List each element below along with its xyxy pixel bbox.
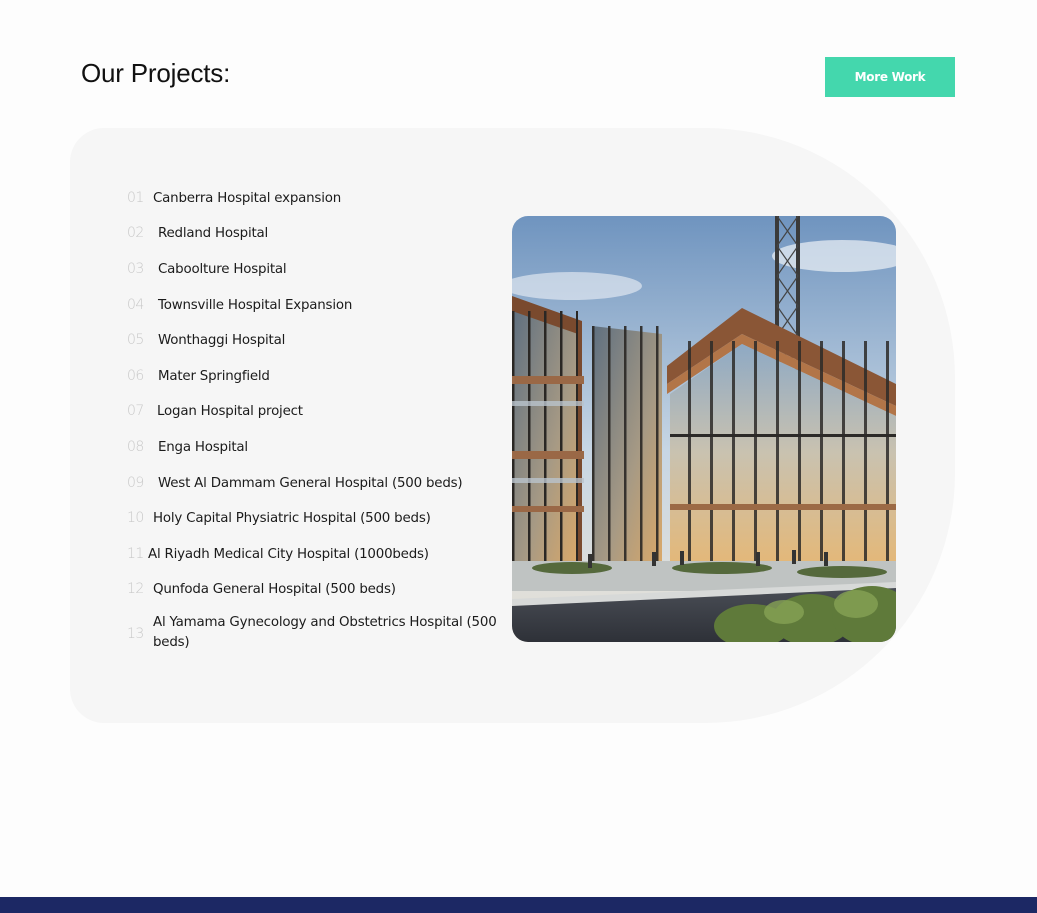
list-item: 04 Townsville Hospital Expansion <box>127 296 352 316</box>
list-item-number: 11 <box>127 546 144 562</box>
list-item-number: 06 <box>127 368 144 384</box>
list-item-name: Mater Springfield <box>158 369 270 384</box>
list-item-number: 03 <box>127 261 144 277</box>
list-item-name: Townsville Hospital Expansion <box>158 298 353 313</box>
list-item-number: 05 <box>127 332 144 348</box>
list-item: 03 Caboolture Hospital <box>127 260 287 280</box>
list-item-number: 09 <box>127 475 144 491</box>
page-title: Our Projects: <box>81 58 231 88</box>
list-item: 12 Qunfoda General Hospital (500 beds) <box>127 580 396 600</box>
list-item-number: 04 <box>127 297 144 313</box>
list-item-number: 10 <box>127 510 144 526</box>
list-item-name: Canberra Hospital expansion <box>153 191 342 206</box>
more-work-button[interactable]: More Work <box>825 57 955 97</box>
list-item-name: West Al Dammam General Hospital (500 bed… <box>158 476 463 491</box>
list-item-name: Qunfoda General Hospital (500 beds) <box>153 582 396 597</box>
list-item: 07 Logan Hospital project <box>127 402 303 422</box>
list-item: 05 Wonthaggi Hospital <box>127 331 285 351</box>
list-item-number: 13 <box>127 625 144 642</box>
list-item-name: Enga Hospital <box>158 440 248 455</box>
list-item: 11 Al Riyadh Medical City Hospital (1000… <box>127 545 429 565</box>
list-item: 09 West Al Dammam General Hospital (500 … <box>127 474 463 494</box>
list-item: 08 Enga Hospital <box>127 438 248 458</box>
list-item: 02 Redland Hospital <box>127 224 268 244</box>
list-item-number: 07 <box>127 403 144 419</box>
list-item-name: Logan Hospital project <box>157 404 303 419</box>
list-item: 06 Mater Springfield <box>127 367 270 387</box>
list-item-number: 01 <box>127 190 144 206</box>
hospital-building-image <box>512 216 896 642</box>
footer-bar <box>0 897 1037 913</box>
list-item-number: 02 <box>127 225 144 241</box>
list-item: 10 Holy Capital Physiatric Hospital (500… <box>127 509 431 529</box>
list-item-name: Al Riyadh Medical City Hospital (1000bed… <box>148 547 429 562</box>
list-item-number: 08 <box>127 439 144 455</box>
list-item-name: Redland Hospital <box>158 226 269 241</box>
list-item-name: Al Yamama Gynecology and Obstetrics Hosp… <box>153 615 497 650</box>
list-item-number: 12 <box>127 581 144 597</box>
list-item-name: Caboolture Hospital <box>158 262 287 277</box>
list-item: 01 Canberra Hospital expansion <box>127 189 341 209</box>
list-item-name: Holy Capital Physiatric Hospital (500 be… <box>153 511 431 526</box>
list-item-name: Wonthaggi Hospital <box>158 333 286 348</box>
list-item: 13 Al Yamama Gynecology and Obstetrics H… <box>127 613 505 653</box>
